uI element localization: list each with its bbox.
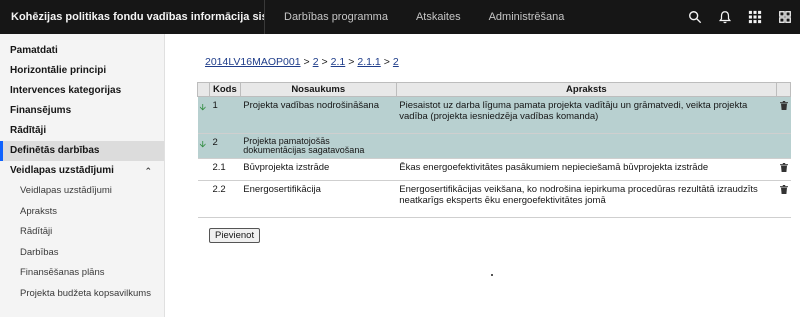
breadcrumb-separator: > (348, 56, 355, 68)
table-header-row: Kods Nosaukums Apraksts (197, 82, 791, 97)
trash-icon[interactable] (779, 101, 788, 110)
sidebar: Pamatdati Horizontālie principi Interven… (0, 34, 165, 317)
sidebar-subitem-projekta-budzeta-kopsavilkums[interactable]: Projekta budžeta kopsavilkums (0, 284, 164, 305)
table-header-actions (776, 82, 791, 97)
row-code: 1 (209, 96, 241, 134)
nav-atskaites[interactable]: Atskaites (402, 0, 475, 34)
arrow-down-icon[interactable]: 🡫 (197, 96, 210, 134)
row-actions (776, 96, 791, 134)
row-actions (776, 180, 791, 218)
nav-administresana[interactable]: Administrēšana (475, 0, 579, 34)
breadcrumb-link-program[interactable]: 2014LV16MAOP001 (205, 56, 301, 68)
sidebar-item-label: Veidlapas uzstādījumi (10, 165, 114, 176)
sidebar-item-veidlapas-uzstadijumi[interactable]: Veidlapas uzstādījumi ⌃ (0, 161, 164, 181)
breadcrumb-link-measure[interactable]: 2.1.1 (357, 56, 380, 68)
table-row[interactable]: 🡫 2 Projekta pamatojošās dokumentācijas … (197, 133, 791, 159)
row-description (396, 133, 777, 159)
arrow-down-icon[interactable]: 🡫 (197, 133, 210, 159)
sidebar-subitem-veidlapas-uzstadijumi[interactable]: Veidlapas uzstādījumi (0, 181, 164, 202)
top-header: Kohēzijas politikas fondu vadības inform… (0, 0, 800, 34)
sidebar-item-horizontalie-principi[interactable]: Horizontālie principi (0, 61, 164, 81)
top-navigation: Darbības programma Atskaites Administrēš… (265, 0, 578, 34)
row-code: 2.2 (209, 180, 241, 218)
search-icon[interactable] (680, 0, 710, 34)
sidebar-subitem-apraksts[interactable]: Apraksts (0, 202, 164, 223)
row-code: 2 (209, 133, 241, 159)
row-actions (776, 133, 791, 159)
table-header-apraksts: Apraksts (395, 82, 778, 97)
trash-icon[interactable] (779, 163, 788, 172)
breadcrumb-separator: > (383, 56, 390, 68)
breadcrumb-link-current[interactable]: 2 (393, 56, 399, 68)
table-header-kods: Kods (209, 82, 241, 97)
table-header-arrow (197, 82, 210, 97)
sidebar-item-intervences-kategorijas[interactable]: Intervences kategorijas (0, 81, 164, 101)
loading-indicator (491, 274, 493, 276)
main-content: 2014LV16MAOP001 >2 >2.1 >2.1.1 >2 Kods Nosau… (165, 34, 800, 317)
app-switcher-icon[interactable] (770, 0, 800, 34)
header-actions (680, 0, 800, 34)
row-indent (197, 180, 210, 218)
row-code: 2.1 (209, 158, 241, 181)
breadcrumb-link-priority[interactable]: 2 (313, 56, 319, 68)
app-title[interactable]: Kohēzijas politikas fondu vadības inform… (0, 11, 264, 23)
chevron-up-icon[interactable]: ⌃ (144, 161, 152, 181)
row-description: Ēkas energoefektivitātes pasākumiem nepi… (396, 158, 777, 181)
row-name: Energosertifikācija (240, 180, 397, 218)
row-name: Būvprojekta izstrāde (240, 158, 397, 181)
row-description: Piesaistot uz darba līguma pamata projek… (396, 96, 777, 134)
table-header-nosaukums: Nosaukums (239, 82, 397, 97)
apps-grid-icon[interactable] (740, 0, 770, 34)
row-name: Projekta pamatojošās dokumentācijas saga… (240, 133, 397, 159)
nav-darbibas-programma[interactable]: Darbības programma (265, 0, 402, 34)
sidebar-item-definetas-darbibas[interactable]: Definētās darbības (0, 141, 164, 161)
sidebar-item-pamatdati[interactable]: Pamatdati (0, 41, 164, 61)
add-button[interactable]: Pievienot (209, 228, 261, 243)
sidebar-subitem-finansesanas-plans[interactable]: Finansēšanas plāns (0, 263, 164, 284)
table-row[interactable]: 🡫 1 Projekta vadības nodrošināšana Piesa… (197, 96, 791, 134)
table-row[interactable]: 2.1 Būvprojekta izstrāde Ēkas energoefek… (197, 158, 791, 181)
breadcrumb-separator: > (321, 56, 328, 68)
row-indent (197, 158, 210, 181)
breadcrumb: 2014LV16MAOP001 >2 >2.1 >2.1.1 >2 (205, 56, 399, 68)
table-row[interactable]: 2.2 Energosertifikācija Energosertifikāc… (197, 180, 791, 218)
breadcrumb-separator: > (303, 56, 310, 68)
sidebar-item-finansejums[interactable]: Finansējums (0, 101, 164, 121)
row-name: Projekta vadības nodrošināšana (240, 96, 397, 134)
row-description: Energosertifikācijas veikšana, ko nodroš… (396, 180, 777, 218)
sidebar-item-raditaji[interactable]: Rādītāji (0, 121, 164, 141)
trash-icon[interactable] (779, 185, 788, 194)
row-actions (776, 158, 791, 181)
activities-table: Kods Nosaukums Apraksts 🡫 1 Projekta vad… (197, 82, 791, 218)
breadcrumb-link-objective[interactable]: 2.1 (331, 56, 346, 68)
sidebar-subitem-darbibas[interactable]: Darbības (0, 243, 164, 264)
bell-icon[interactable] (710, 0, 740, 34)
sidebar-subitem-raditaji[interactable]: Rādītāji (0, 222, 164, 243)
